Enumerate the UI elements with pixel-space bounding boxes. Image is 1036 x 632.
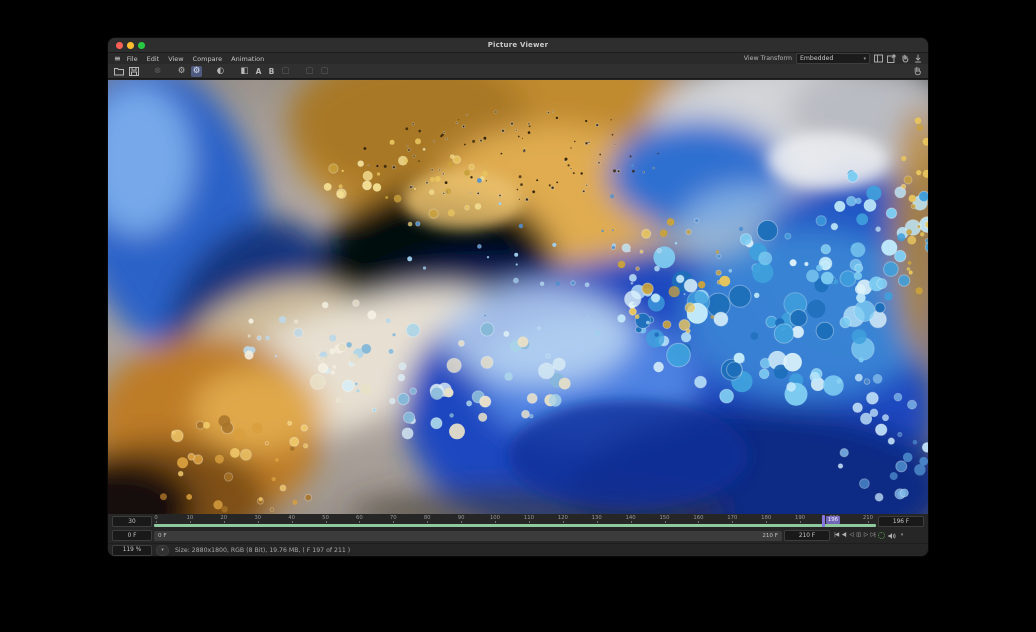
transport-controls: |◀ ◀| ◁ ▯▯ ▷ ▷| ▾ xyxy=(834,531,903,540)
timeline-panel: 30 196 010203040506070809010011012013014… xyxy=(108,514,928,556)
playhead-marker[interactable] xyxy=(822,515,825,527)
sound-icon[interactable] xyxy=(888,532,896,540)
zoom-level-field[interactable]: 119 % xyxy=(112,545,152,556)
pan-hand-icon[interactable] xyxy=(912,66,923,77)
range-end-label: 210 F xyxy=(762,533,778,539)
chevron-down-icon: ▾ xyxy=(863,56,866,62)
ruler-tick-mark xyxy=(868,521,869,523)
filter-gear-icon[interactable]: ⚙ xyxy=(191,66,202,77)
ruler-tick-mark xyxy=(800,521,801,523)
ruler-tick-mark xyxy=(224,521,225,523)
ruler-tick-mark xyxy=(529,521,530,523)
ruler-tick-mark xyxy=(156,521,157,523)
copy-image-icon[interactable]: ▢ xyxy=(304,66,315,77)
play-backward-button[interactable]: ◁ xyxy=(849,531,852,540)
hamburger-menu-icon[interactable]: ≡ xyxy=(114,54,121,64)
ruler-tick-mark xyxy=(597,521,598,523)
ruler-tick-mark xyxy=(665,521,666,523)
play-forward-button[interactable]: ▷ xyxy=(864,531,867,540)
dock-pin-icon[interactable] xyxy=(913,54,922,63)
chevron-down-icon: ▾ xyxy=(161,548,163,553)
render-settings-icon[interactable]: ⊗ xyxy=(152,66,163,77)
ruler-tick-mark xyxy=(631,521,632,523)
view-transform-label: View Transform xyxy=(744,55,792,62)
zoom-dropdown-button[interactable]: ▾ xyxy=(156,545,169,556)
ruler-tick-mark xyxy=(495,521,496,523)
toolbar: ⊗ ⚙ ⚙ ◐ ◧ A B ▢ ▢ ▢ xyxy=(108,64,928,79)
playhead-frame-label: 196 xyxy=(826,516,840,524)
picture-viewer-window: Picture Viewer ≡ File Edit View Compare … xyxy=(108,38,928,556)
set-a-button[interactable]: A xyxy=(254,67,263,76)
ruler-tick-mark xyxy=(766,521,767,523)
view-transform-value: Embedded xyxy=(800,55,833,62)
ruler-tick-mark xyxy=(292,521,293,523)
ruler-tick-mark xyxy=(258,521,259,523)
open-file-icon[interactable] xyxy=(113,66,124,77)
prev-frame-button[interactable]: ◀| xyxy=(842,531,846,540)
goto-start-button[interactable]: |◀ xyxy=(834,531,838,540)
ruler-tick-mark xyxy=(359,521,360,523)
pause-button[interactable]: ▯▯ xyxy=(856,531,860,540)
titlebar[interactable]: Picture Viewer xyxy=(108,38,928,53)
contrast-icon[interactable]: ◐ xyxy=(215,66,226,77)
frame-ruler[interactable]: 196 010203040506070809010011012013014015… xyxy=(154,515,876,528)
menubar: ≡ File Edit View Compare Animation View … xyxy=(108,53,928,64)
fps-field[interactable]: 30 xyxy=(112,516,152,527)
menu-view[interactable]: View xyxy=(168,55,183,63)
ruler-tick-mark xyxy=(190,521,191,523)
render-viewport[interactable] xyxy=(108,80,928,514)
ruler-tick-mark xyxy=(393,521,394,523)
save-file-icon[interactable] xyxy=(128,66,139,77)
hand-icon[interactable] xyxy=(900,54,909,63)
range-start-field[interactable]: 0 F xyxy=(112,530,152,541)
desktop-background: Picture Viewer ≡ File Edit View Compare … xyxy=(0,0,1036,632)
set-b-button[interactable]: B xyxy=(267,67,276,76)
popout-window-icon[interactable] xyxy=(887,54,896,63)
ruler-tick-mark xyxy=(732,521,733,523)
ruler-tick-mark xyxy=(698,521,699,523)
cache-range-bar xyxy=(154,524,876,528)
menu-file[interactable]: File xyxy=(127,55,138,63)
swap-ab-icon[interactable]: ▢ xyxy=(280,66,291,77)
settings-gear-icon[interactable]: ⚙ xyxy=(176,66,187,77)
menu-animation[interactable]: Animation xyxy=(231,55,264,63)
current-frame-field[interactable]: 196 F xyxy=(878,516,924,527)
range-start-label: 0 F xyxy=(158,533,167,539)
image-info-text: Size: 2880x1800, RGB (8 Bit), 19.76 MB, … xyxy=(175,547,350,554)
window-title: Picture Viewer xyxy=(108,38,928,52)
view-transform-select[interactable]: Embedded ▾ xyxy=(796,53,870,64)
ruler-tick-mark xyxy=(563,521,564,523)
ruler-tick-mark xyxy=(326,521,327,523)
range-scrubber[interactable]: 0 F 210 F xyxy=(154,531,782,541)
transport-menu-button[interactable]: ▾ xyxy=(901,533,903,538)
next-frame-button[interactable]: ▷| xyxy=(871,531,875,540)
ab-compare-icon[interactable]: ◧ xyxy=(239,66,250,77)
ruler-tick-mark xyxy=(427,521,428,523)
menu-edit[interactable]: Edit xyxy=(147,55,160,63)
split-view-icon[interactable] xyxy=(874,54,883,63)
ruler-tick-mark xyxy=(461,521,462,523)
loop-mode-icon[interactable] xyxy=(878,532,885,539)
paste-image-icon[interactable]: ▢ xyxy=(319,66,330,77)
range-end-field[interactable]: 210 F xyxy=(784,530,830,541)
menu-compare[interactable]: Compare xyxy=(193,55,223,63)
render-image xyxy=(108,80,928,514)
